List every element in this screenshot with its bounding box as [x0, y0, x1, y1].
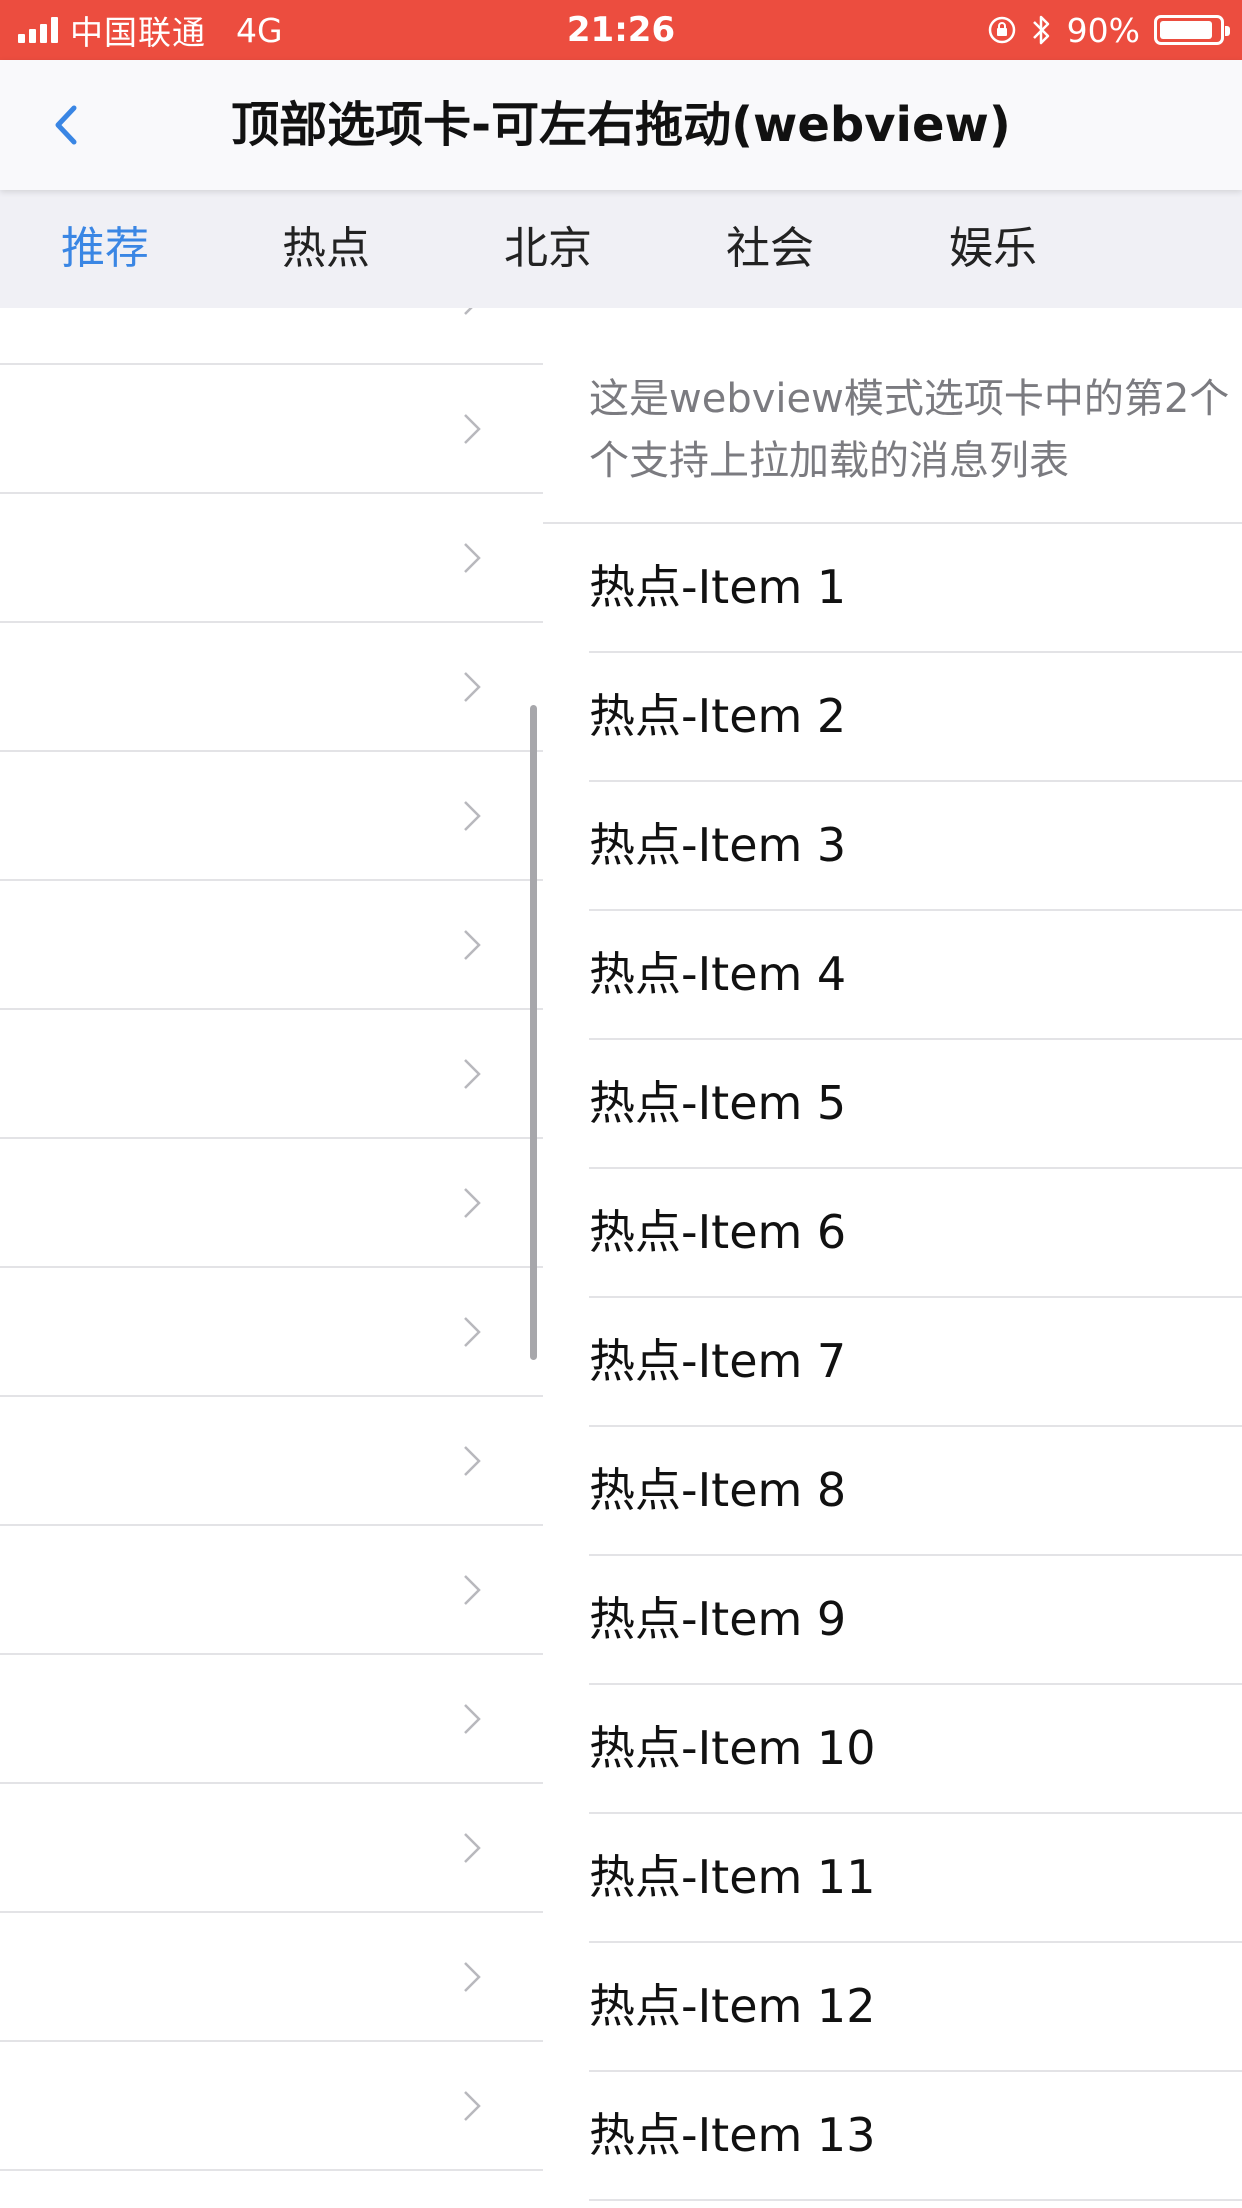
chevron-right-icon [464, 542, 481, 573]
list-item[interactable]: 热点-Item 2 [589, 653, 1242, 782]
chevron-right-icon [464, 1961, 481, 1992]
chevron-right-icon [464, 929, 481, 960]
rotation-lock-icon [988, 16, 1015, 44]
bluetooth-icon [1032, 15, 1049, 45]
list-item[interactable]: 热点-Item 9 [589, 1556, 1242, 1685]
hot-tab-page[interactable]: 这是webview模式选项卡中的第2个 个支持上拉加载的消息列表 热点-Item… [543, 308, 1242, 2208]
intro-text: 这是webview模式选项卡中的第2个 个支持上拉加载的消息列表 [589, 368, 1242, 492]
list-item[interactable]: 热点-Item 12 [589, 1943, 1242, 2072]
list-item[interactable] [0, 2042, 543, 2171]
battery-fill [1160, 21, 1213, 39]
chevron-right-icon [464, 1316, 481, 1347]
chevron-right-icon [464, 1058, 481, 1089]
scrollbar[interactable] [530, 705, 537, 1360]
top-tab-bar: 推荐 热点 北京 社会 娱乐 [0, 190, 1242, 308]
chevron-right-icon [464, 1574, 481, 1605]
list-item[interactable] [0, 1397, 543, 1526]
list-item[interactable] [0, 1913, 543, 2042]
chevron-right-icon [464, 413, 481, 444]
list-item[interactable]: 热点-Item 6 [589, 1169, 1242, 1298]
list-item[interactable]: 热点-Item 10 [589, 1685, 1242, 1814]
tab-hot[interactable]: 热点 [246, 190, 406, 308]
list-item[interactable]: 热点-Item 3 [589, 782, 1242, 911]
list-item[interactable] [0, 1268, 543, 1397]
chevron-right-icon [464, 1187, 481, 1218]
chevron-right-icon [464, 1703, 481, 1734]
list-item[interactable] [0, 1526, 543, 1655]
list-item[interactable]: 热点-Item 11 [589, 1814, 1242, 1943]
status-bar: 中国联通 4G 21:26 90% [0, 0, 1242, 60]
tab-society[interactable]: 社会 [690, 190, 850, 308]
list-item[interactable]: 热点-Item 1 [589, 524, 1242, 653]
previous-tab-page[interactable] [0, 308, 543, 2208]
battery-icon [1154, 15, 1230, 45]
list-item[interactable]: 热点-Item 4 [589, 911, 1242, 1040]
tab-recommend[interactable]: 推荐 [25, 190, 185, 308]
intro-line-1: 这是webview模式选项卡中的第2个 [589, 376, 1230, 422]
chevron-right-icon [464, 800, 481, 831]
chevron-right-icon [464, 671, 481, 702]
list-item[interactable] [0, 1139, 543, 1268]
chevron-right-icon [464, 1832, 481, 1863]
status-bar-right: 90% [987, 0, 1230, 60]
list-item[interactable]: 热点-Item 7 [589, 1298, 1242, 1427]
list-item[interactable] [0, 1655, 543, 1784]
list-item[interactable] [0, 881, 543, 1010]
chevron-right-icon [464, 308, 473, 315]
page-title: 顶部选项卡-可左右拖动(webview) [231, 97, 1011, 153]
battery-percent: 90% [1066, 10, 1140, 50]
list-item[interactable] [0, 494, 543, 623]
list-item[interactable] [0, 308, 543, 365]
list-item[interactable] [0, 752, 543, 881]
navigation-bar: 顶部选项卡-可左右拖动(webview) [0, 60, 1242, 190]
list-item[interactable] [0, 365, 543, 494]
chevron-right-icon [464, 1445, 481, 1476]
list-item[interactable]: 热点-Item 13 [589, 2072, 1242, 2201]
chevron-right-icon [464, 2090, 481, 2121]
list-item[interactable] [0, 623, 543, 752]
list-item[interactable] [0, 1010, 543, 1139]
list-item[interactable]: 热点-Item 5 [589, 1040, 1242, 1169]
list-item[interactable] [0, 1784, 543, 1913]
tab-entertainment[interactable]: 娱乐 [913, 190, 1073, 308]
intro-line-2: 个支持上拉加载的消息列表 [589, 438, 1069, 484]
list-item[interactable]: 热点-Item 8 [589, 1427, 1242, 1556]
tab-beijing[interactable]: 北京 [468, 190, 628, 308]
